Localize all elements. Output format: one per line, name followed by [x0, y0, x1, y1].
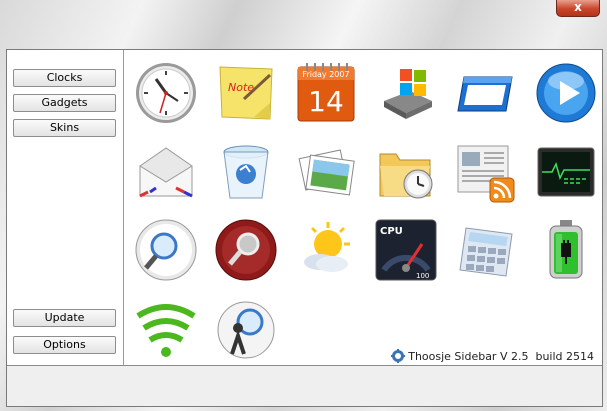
clock-gadget-icon[interactable]: [134, 61, 198, 125]
search-man-icon[interactable]: [214, 298, 278, 362]
clocks-button[interactable]: Clocks: [13, 69, 116, 87]
version-label: Thoosje Sidebar V 2.5 build 2514: [391, 349, 594, 363]
svg-text:CPU: CPU: [380, 226, 403, 237]
svg-text:14: 14: [308, 85, 344, 118]
version-text: Thoosje Sidebar V 2.5 build 2514: [408, 349, 594, 363]
network-monitor-icon[interactable]: [534, 140, 598, 204]
gear-icon: [391, 349, 406, 363]
gadgets-button[interactable]: Gadgets: [13, 94, 116, 112]
mail-envelope-icon[interactable]: [134, 140, 198, 204]
calendar-gadget-icon[interactable]: Friday 2007 14: [294, 61, 358, 125]
sidebar: Clocks Gadgets Skins Update Options: [7, 50, 124, 365]
battery-icon[interactable]: [534, 218, 598, 282]
weather-icon[interactable]: [294, 218, 358, 282]
recycle-bin-icon[interactable]: [214, 140, 278, 204]
status-bar: [7, 365, 602, 406]
cpu-meter-icon[interactable]: CPU 100: [374, 218, 438, 282]
search-red-icon[interactable]: [214, 218, 278, 282]
note-gadget-icon[interactable]: Note: [214, 61, 278, 125]
svg-text:100: 100: [416, 272, 429, 280]
folder-clock-icon[interactable]: [374, 140, 438, 204]
wifi-signal-icon[interactable]: [134, 298, 198, 362]
system-properties-icon[interactable]: [374, 61, 438, 125]
main-window: Clocks Gadgets Skins Update Options Note…: [6, 49, 603, 407]
svg-text:Friday 2007: Friday 2007: [302, 70, 349, 79]
skins-button[interactable]: Skins: [13, 119, 116, 137]
calculator-icon[interactable]: [454, 218, 518, 282]
update-button[interactable]: Update: [13, 309, 116, 327]
options-button[interactable]: Options: [13, 336, 116, 354]
search-gadget-icon[interactable]: [134, 218, 198, 282]
media-player-icon[interactable]: [534, 61, 598, 125]
gadget-grid: Note Friday 2007 14 CPU 100 Thoosje Side…: [124, 50, 602, 365]
show-desktop-icon[interactable]: [454, 61, 518, 125]
photo-slideshow-icon[interactable]: [294, 140, 358, 204]
close-button[interactable]: x: [556, 0, 600, 17]
rss-news-icon[interactable]: [454, 140, 518, 204]
